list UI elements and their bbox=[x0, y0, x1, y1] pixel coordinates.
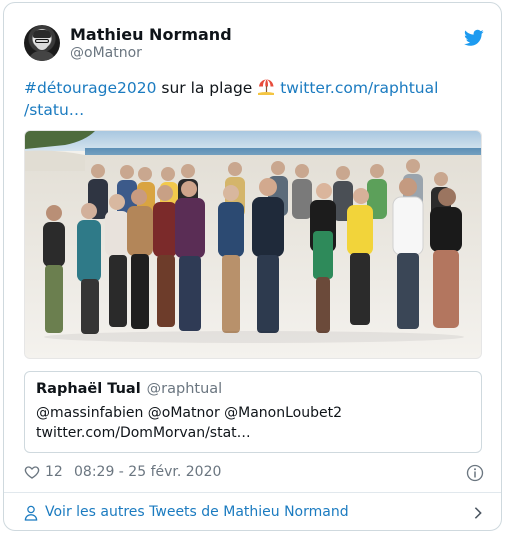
timestamp[interactable]: 08:29 - 25 févr. 2020 bbox=[74, 464, 221, 480]
info-icon[interactable] bbox=[466, 464, 484, 482]
group-photo bbox=[25, 131, 481, 358]
quoted-text: @massinfabien @oMatnor @ManonLoubet2 twit… bbox=[36, 405, 343, 441]
more-tweets-label[interactable]: Voir les autres Tweets de Mathieu Norman… bbox=[45, 504, 349, 520]
avatar[interactable] bbox=[24, 25, 60, 61]
quoted-tweet[interactable]: Raphaël Tual @raphtual @massinfabien @oMa… bbox=[24, 371, 482, 453]
like-count[interactable]: 12 bbox=[45, 464, 63, 480]
beach-umbrella-icon bbox=[258, 79, 275, 95]
tweet-card: Mathieu Normand @oMatnor #détourage2020 … bbox=[3, 2, 502, 531]
tweet-text: #détourage2020 sur la plage twitter.com/… bbox=[24, 77, 489, 121]
tweet-header: Mathieu Normand @oMatnor bbox=[24, 23, 484, 67]
hashtag-link[interactable]: #détourage2020 bbox=[24, 79, 156, 97]
chevron-right-icon[interactable] bbox=[472, 506, 484, 520]
twitter-bird-icon[interactable] bbox=[464, 29, 484, 47]
author-name[interactable]: Mathieu Normand bbox=[70, 25, 232, 44]
divider bbox=[4, 492, 501, 493]
quoted-handle: @raphtual bbox=[146, 381, 223, 397]
more-tweets-link[interactable]: Voir les autres Tweets de Mathieu Norman… bbox=[24, 502, 484, 524]
user-icon bbox=[24, 505, 38, 521]
heart-icon[interactable] bbox=[24, 464, 40, 480]
tweet-photo[interactable] bbox=[24, 130, 482, 359]
tweet-text-mid: sur la plage bbox=[156, 79, 258, 97]
quoted-author[interactable]: Raphaël Tual @raphtual bbox=[36, 381, 222, 397]
tweet-meta: 12 08:29 - 25 févr. 2020 bbox=[24, 461, 484, 485]
author-handle[interactable]: @oMatnor bbox=[70, 45, 142, 61]
